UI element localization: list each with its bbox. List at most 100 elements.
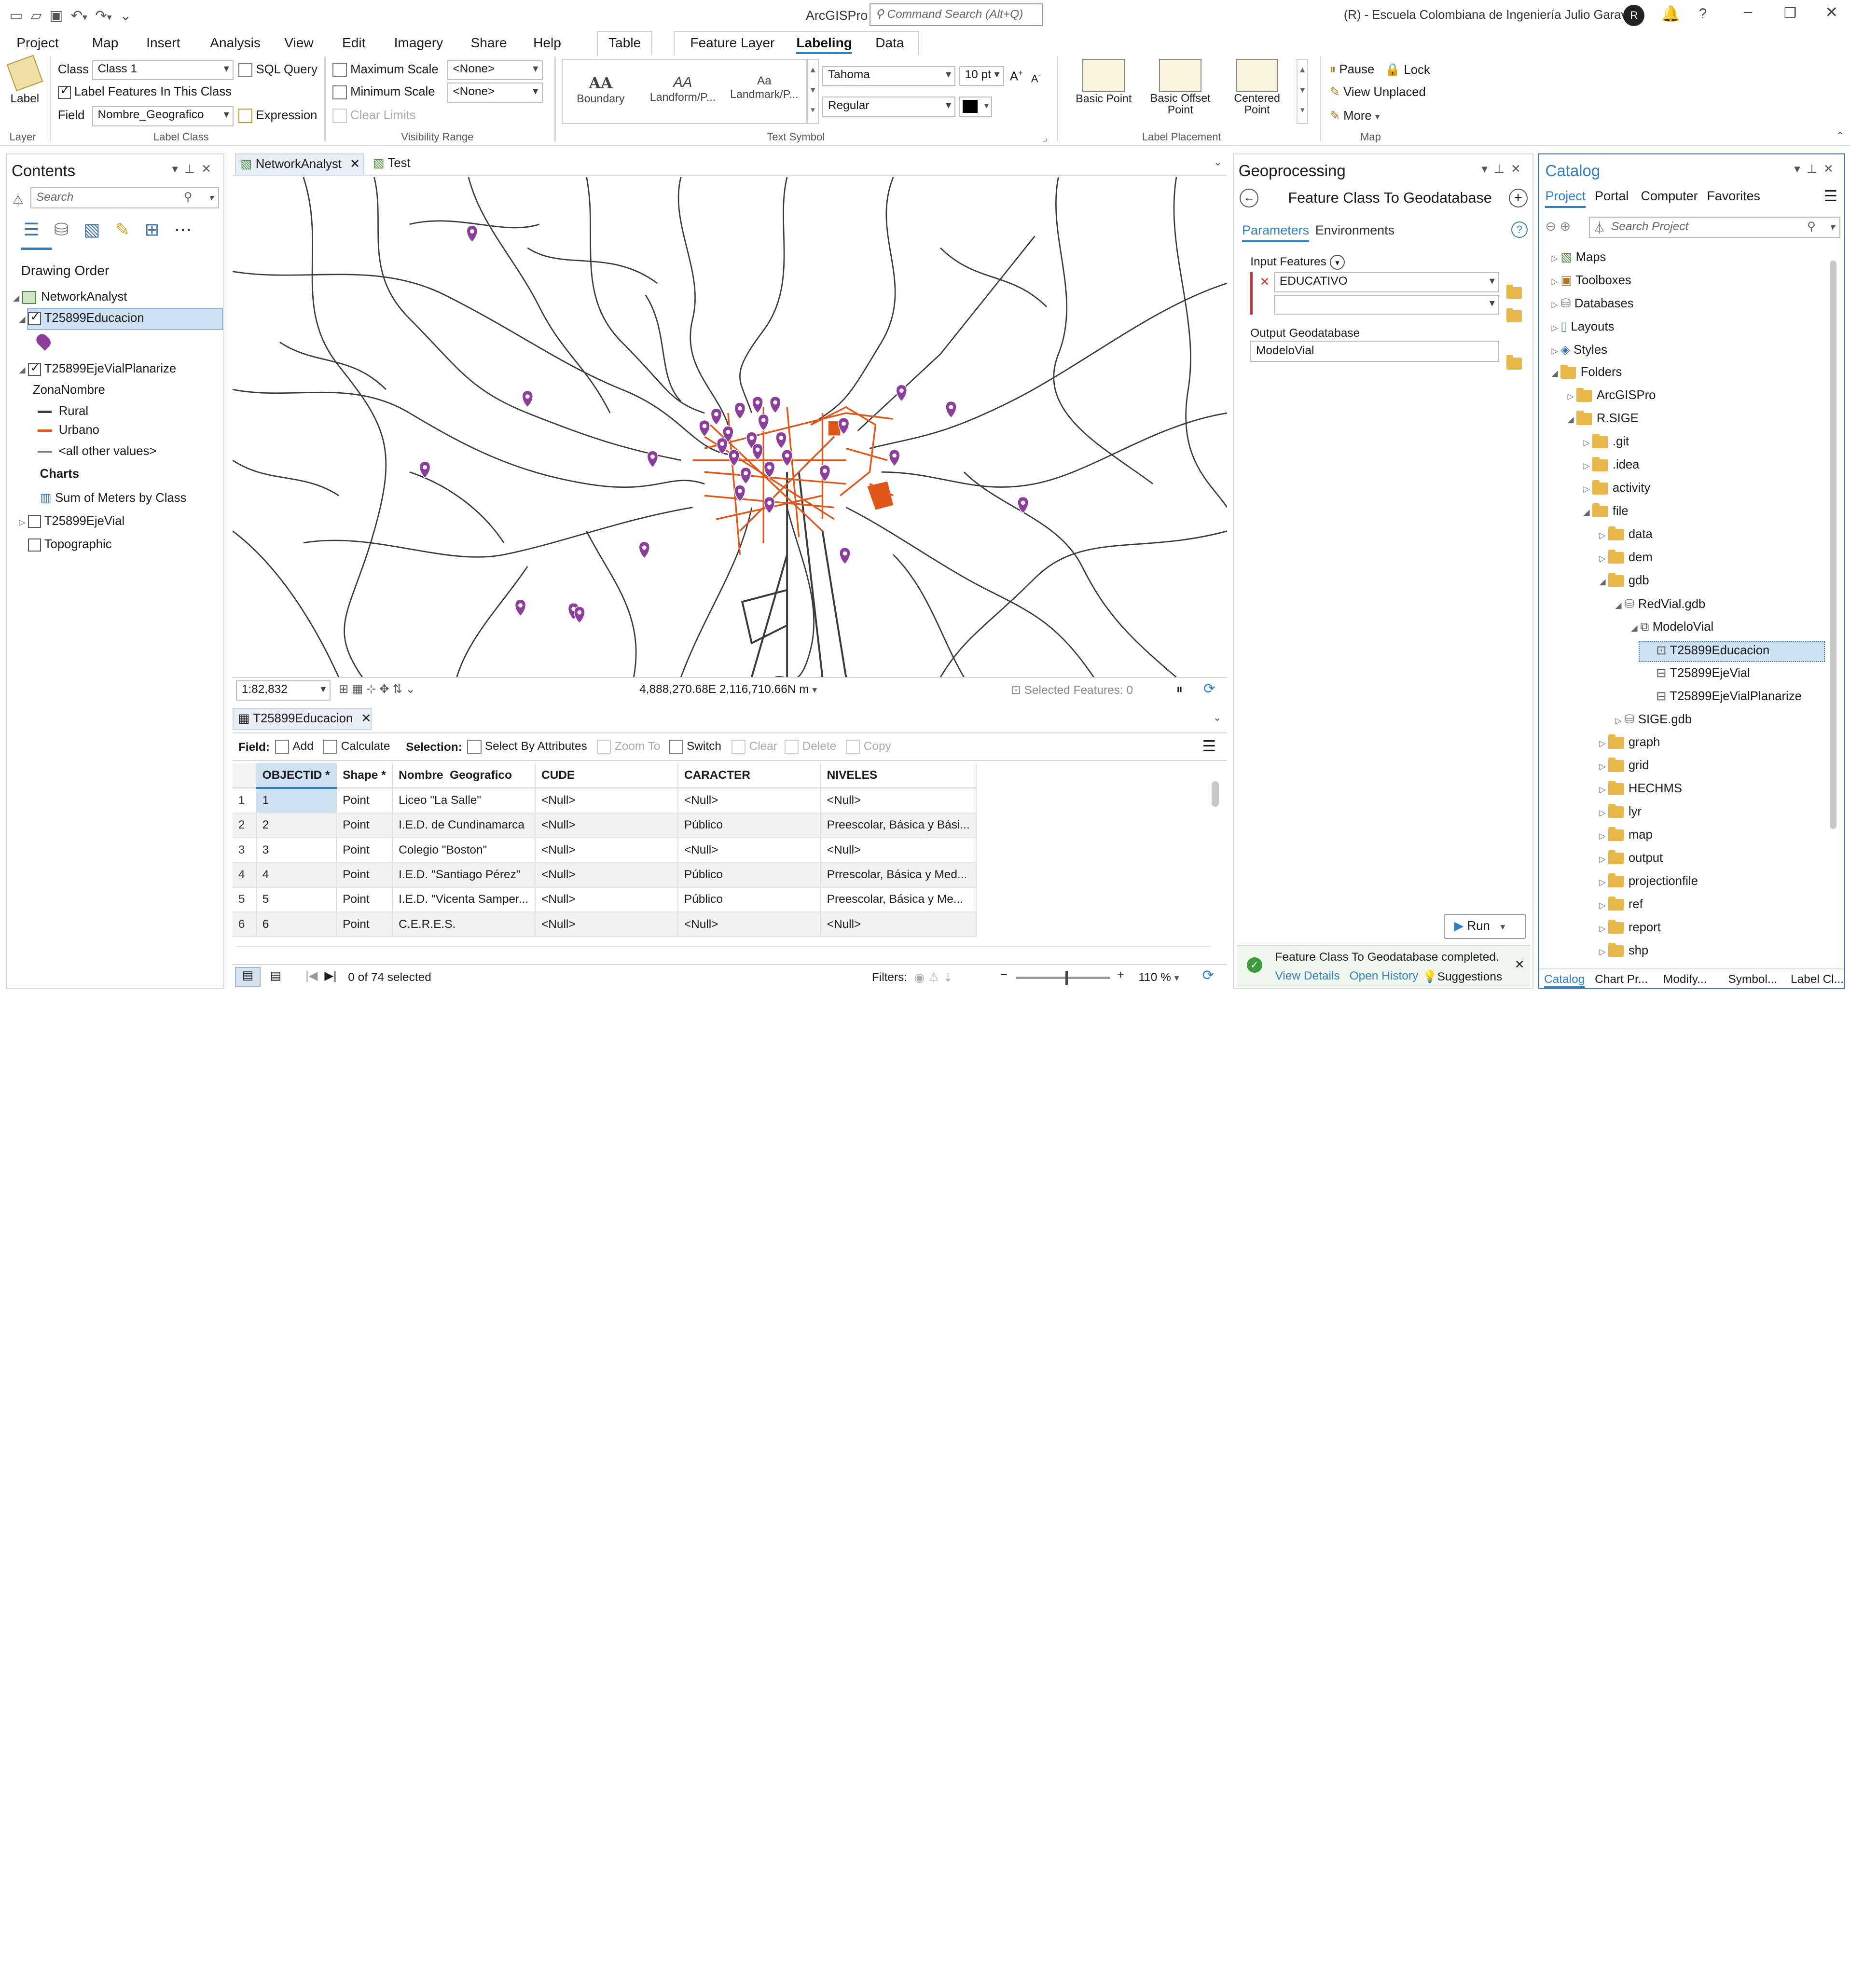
tab-feature-layer[interactable]: Feature Layer <box>690 35 774 51</box>
table-cell[interactable]: Colegio "Boston" <box>392 837 536 863</box>
table-cell[interactable]: <Null> <box>820 788 977 814</box>
show-all-records-icon[interactable]: ▤ <box>235 967 261 987</box>
font-dropdown[interactable]: Tahoma <box>822 66 956 86</box>
catalog-item[interactable]: ▷ report <box>1597 919 1661 935</box>
shrink-font-icon[interactable]: A- <box>1031 71 1041 85</box>
table-cell[interactable]: <Null> <box>677 911 821 938</box>
label-button[interactable]: Label <box>6 55 43 111</box>
catalog-item[interactable]: ▷ .git <box>1581 434 1629 449</box>
list-by-drawing-order-icon[interactable]: ☰ <box>23 220 39 239</box>
chart-sum-meters[interactable]: ▥ Sum of Meters by Class <box>40 491 187 505</box>
help-icon[interactable]: ? <box>1511 221 1528 238</box>
expand-toggle-icon[interactable]: ▷ <box>1597 831 1608 841</box>
expand-toggle-icon[interactable]: ◢ <box>1597 577 1608 587</box>
tab-environments[interactable]: Environments <box>1315 223 1394 238</box>
poi-marker[interactable] <box>419 461 430 479</box>
table-row[interactable]: 4 4 Point I.E.D. "Santiago Pérez" <Null> Públ… <box>232 862 977 888</box>
expand-toggle-icon[interactable]: ◢ <box>1549 369 1560 378</box>
scroll-thumb[interactable] <box>1829 260 1837 829</box>
poi-marker[interactable] <box>740 467 751 484</box>
tab-project[interactable]: Project <box>1545 189 1586 208</box>
list-by-editing-icon[interactable]: ✎ <box>115 220 130 239</box>
expression-button[interactable]: Expression <box>238 109 317 123</box>
close-icon[interactable]: ✕ <box>1825 3 1838 21</box>
row-number-cell[interactable]: 6 <box>232 911 257 938</box>
more-options-icon[interactable]: ⋯ <box>174 220 192 239</box>
expand-toggle-icon[interactable]: ▷ <box>1597 947 1608 957</box>
table-cell[interactable]: Point <box>336 862 393 888</box>
zoom-out-icon[interactable]: − <box>1000 968 1007 982</box>
catalog-item[interactable]: ◢ file <box>1581 503 1629 518</box>
bottom-tab-modify[interactable]: Modify... <box>1663 973 1707 986</box>
poi-marker[interactable] <box>734 402 746 420</box>
catalog-item[interactable]: ▷ activity <box>1581 480 1650 495</box>
catalog-item[interactable]: ▷ ref <box>1597 896 1643 911</box>
row-number-cell[interactable]: 3 <box>232 837 257 863</box>
pause-button[interactable]: ⏸ Pause <box>1330 63 1375 77</box>
expand-toggle-icon[interactable]: ▷ <box>1597 762 1608 772</box>
layer-eje-vial-planarize[interactable]: ◢ T25899EjeVialPlanarize <box>16 360 176 376</box>
table-cell[interactable]: Público <box>677 862 821 888</box>
pause-drawing-icon[interactable]: ⏸ <box>1176 682 1183 697</box>
open-history-link[interactable]: Open History <box>1350 969 1419 983</box>
table-cell[interactable]: <Null> <box>677 788 821 814</box>
expand-toggle-icon[interactable]: ▷ <box>1597 924 1608 934</box>
catalog-item[interactable]: ▷ ▧ Maps <box>1549 250 1606 264</box>
font-color-picker[interactable]: ▾ <box>959 97 993 117</box>
suggestions-link[interactable]: 💡Suggestions <box>1422 969 1502 984</box>
minimum-scale-button[interactable]: Minimum Scale <box>332 85 435 99</box>
tab-table-box[interactable]: Table <box>597 30 653 55</box>
input-features-field[interactable]: EDUCATIVO <box>1274 272 1500 292</box>
delete-button[interactable]: Delete <box>784 739 836 754</box>
class-dropdown[interactable]: Class 1 <box>92 60 234 81</box>
tab-parameters[interactable]: Parameters <box>1242 223 1310 242</box>
catalog-item[interactable]: ◢ gdb <box>1597 572 1649 588</box>
input-features-field-empty[interactable] <box>1274 294 1500 315</box>
avatar[interactable]: R <box>1623 4 1645 26</box>
style-landform[interactable]: AA Landform/P... <box>650 74 716 104</box>
zoom-slider[interactable] <box>1016 970 1110 985</box>
style-landmark[interactable]: Aa Landmark/P... <box>730 74 799 101</box>
table-cell[interactable]: 6 <box>256 911 337 938</box>
table-tab[interactable]: ▦ T25899Educacion ✕ <box>232 708 372 731</box>
lock-button[interactable]: 🔒 Lock <box>1385 63 1430 77</box>
expand-toggle-icon[interactable]: ▷ <box>1549 346 1560 356</box>
column-header[interactable]: NIVELES <box>820 763 977 789</box>
tab-computer[interactable]: Computer <box>1641 189 1698 204</box>
table-cell[interactable]: Point <box>336 813 393 838</box>
poi-marker[interactable] <box>522 390 533 408</box>
table-cell[interactable]: <Null> <box>535 837 678 863</box>
tab-insert[interactable]: Insert <box>146 35 180 51</box>
tab-imagery[interactable]: Imagery <box>394 35 443 51</box>
expand-toggle-icon[interactable]: ▷ <box>1597 855 1608 864</box>
list-by-snapping-icon[interactable]: ⊞ <box>145 220 160 239</box>
column-header[interactable]: Shape * <box>336 763 393 789</box>
pane-options-icon[interactable]: ▾ ⊥ ✕ <box>1481 162 1520 176</box>
table-cell[interactable]: I.E.D. de Cundinamarca <box>392 813 536 838</box>
expand-toggle-icon[interactable]: ▷ <box>1581 438 1592 448</box>
table-cell[interactable]: Point <box>336 887 393 912</box>
add-field-button[interactable]: Add <box>275 739 314 754</box>
table-cell[interactable]: 3 <box>256 837 337 863</box>
bottom-tab-catalog[interactable]: Catalog <box>1544 973 1585 989</box>
map-tools-icons[interactable]: ⊞ ▦ ⊹ ✥ ⇅ ⌄ <box>339 682 415 696</box>
undo-icon[interactable]: ↶ <box>70 8 83 24</box>
table-cell[interactable]: Público <box>677 813 821 838</box>
scroll-thumb[interactable] <box>1212 781 1219 807</box>
refresh-icon[interactable]: ⟳ <box>1202 967 1214 984</box>
max-scale-dropdown[interactable]: <None> <box>447 60 543 81</box>
expand-toggle-icon[interactable]: ▷ <box>1581 461 1592 471</box>
catalog-item[interactable]: ▷ data <box>1597 526 1653 541</box>
expand-toggle-icon[interactable]: ▷ <box>1549 300 1560 310</box>
nav-last-icon[interactable]: ▶| <box>324 968 336 983</box>
view-details-link[interactable]: View Details <box>1275 969 1340 983</box>
table-cell[interactable]: 4 <box>256 862 337 888</box>
layer-educacion[interactable]: ◢ T25899Educacion <box>16 309 144 325</box>
tab-favorites[interactable]: Favorites <box>1707 189 1760 204</box>
catalog-item[interactable]: ▷ .idea <box>1581 457 1639 472</box>
table-cell[interactable]: <Null> <box>535 788 678 814</box>
filter-icon[interactable]: ⏃ <box>12 190 25 208</box>
table-cell[interactable]: Point <box>336 788 393 814</box>
catalog-item[interactable]: ◢ ⧉ ModeloVial <box>1629 620 1713 635</box>
layer-eje-vial[interactable]: ▷ T25899EjeVial <box>16 514 124 528</box>
